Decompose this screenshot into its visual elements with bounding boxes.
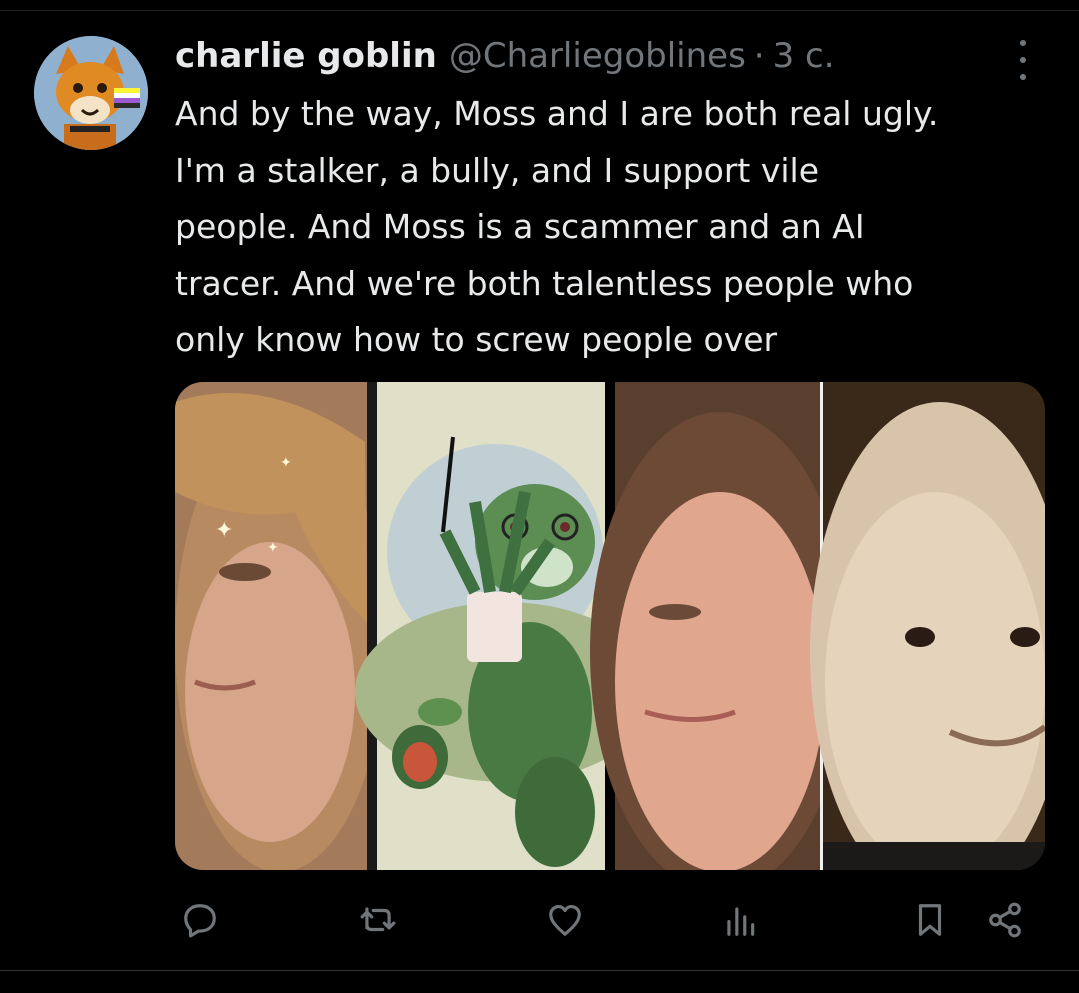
heart-icon[interactable] (540, 895, 590, 945)
top-divider (0, 0, 1079, 11)
tweet-text-line: tracer. And we're both talentless people… (175, 263, 914, 303)
bookmark-icon[interactable] (905, 895, 955, 945)
author-name[interactable]: charlie goblin (175, 36, 437, 76)
views-icon[interactable] (715, 895, 765, 945)
author-avatar[interactable] (34, 36, 148, 150)
more-vertical-icon[interactable] (1005, 40, 1041, 80)
svg-text:✦: ✦ (215, 518, 233, 543)
tweet-media[interactable]: ✦ ✦ ✦ (175, 382, 1045, 870)
media-image-right[interactable] (590, 382, 1045, 870)
svg-text:✦: ✦ (280, 455, 292, 471)
reply-icon[interactable] (175, 895, 225, 945)
timestamp[interactable]: 3 c. (773, 36, 835, 76)
tweet-header: charlie goblin @Charliegoblines · 3 c. (175, 32, 835, 80)
separator-dot: · (753, 36, 765, 76)
bottom-divider (0, 970, 1079, 971)
media-image-left[interactable]: ✦ ✦ ✦ (175, 382, 655, 870)
tweet-text-line: only know how to screw people over (175, 320, 778, 359)
retweet-icon[interactable] (353, 895, 403, 945)
author-handle[interactable]: @Charliegoblines (449, 36, 746, 76)
svg-text:✦: ✦ (267, 540, 279, 556)
tweet-text-line: people. And Moss is a scammer and an AI (175, 207, 865, 246)
tweet-text: And by the way, Moss and I are both real… (175, 86, 1055, 369)
tweet-text-line: I'm a stalker, a bully, and I support vi… (175, 150, 820, 190)
share-icon[interactable] (980, 895, 1030, 945)
tweet-actions (175, 895, 1045, 945)
tweet-text-line: And by the way, Moss and I are both real… (175, 94, 939, 133)
